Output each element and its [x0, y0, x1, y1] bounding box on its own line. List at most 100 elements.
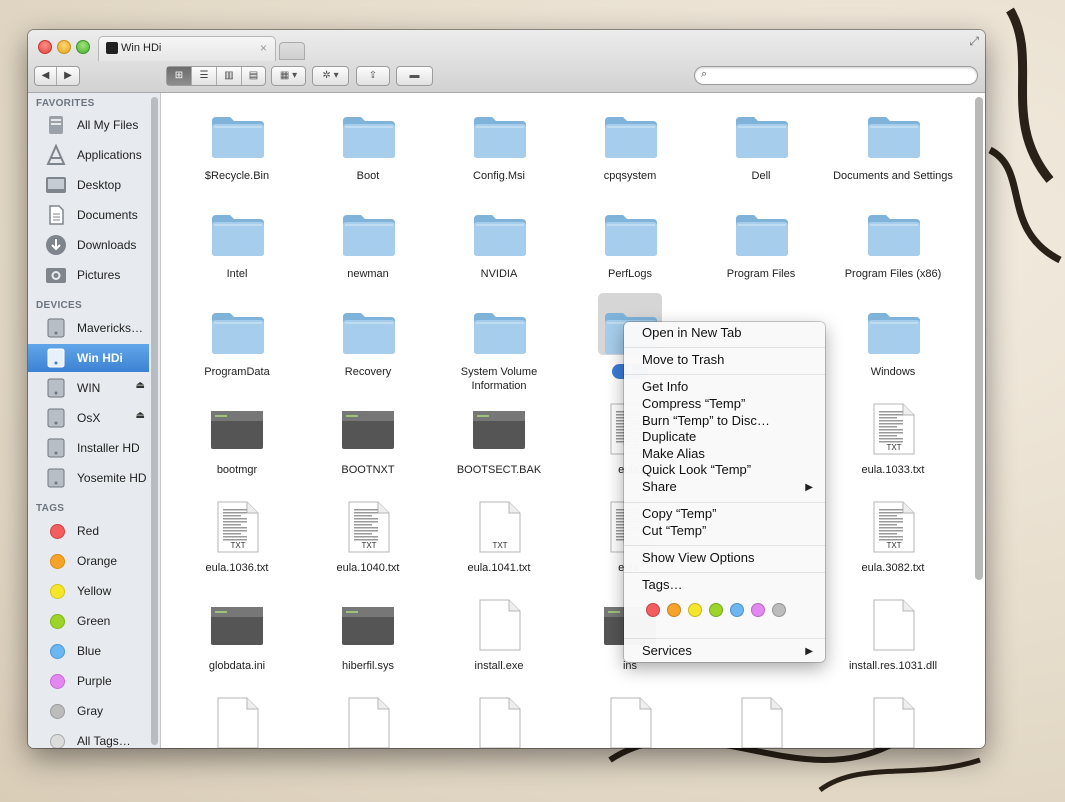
- sidebar-item-osx[interactable]: OsX ⏏: [28, 404, 149, 432]
- icon-view-button[interactable]: ⊞: [167, 67, 191, 85]
- file-item[interactable]: TXT eula.1033.txt: [828, 397, 958, 493]
- folder-item[interactable]: newman: [303, 201, 433, 297]
- folder-item[interactable]: cpqsystem: [565, 103, 695, 199]
- minimize-window-button[interactable]: [57, 40, 71, 54]
- action-gear-button[interactable]: ✲ ▾: [312, 66, 349, 86]
- forward-button[interactable]: ▶: [56, 67, 79, 85]
- file-item[interactable]: TXT eula.3082.txt: [828, 495, 958, 591]
- file-item[interactable]: TXT eula.1036.txt: [172, 495, 302, 591]
- menu-duplicate[interactable]: Duplicate: [642, 429, 696, 444]
- file-item[interactable]: globdata.ini: [172, 593, 302, 689]
- file-item[interactable]: [172, 691, 302, 748]
- folder-item[interactable]: PerfLogs: [565, 201, 695, 297]
- folder-item[interactable]: ProgramData: [172, 299, 302, 395]
- menu-show-view-options[interactable]: Show View Options: [642, 550, 755, 565]
- menu-burn-to-disc[interactable]: Burn “Temp” to Disc…: [642, 413, 770, 428]
- sidebar-tag-all[interactable]: All Tags…: [28, 727, 149, 748]
- coverflow-view-button[interactable]: ▤: [241, 67, 265, 85]
- folder-item[interactable]: NVIDIA: [434, 201, 564, 297]
- sidebar-item-downloads[interactable]: Downloads: [28, 231, 149, 259]
- menu-tags[interactable]: Tags…: [642, 577, 682, 592]
- sidebar-item-pictures[interactable]: Pictures: [28, 261, 149, 289]
- sidebar-tag-red[interactable]: Red: [28, 517, 149, 545]
- folder-item[interactable]: System Volume Information: [434, 299, 564, 395]
- menu-share[interactable]: Share: [642, 479, 677, 494]
- sidebar-tag-purple[interactable]: Purple: [28, 667, 149, 695]
- close-window-button[interactable]: [38, 40, 52, 54]
- folder-item[interactable]: Program Files (x86): [828, 201, 958, 297]
- file-name-label: System Volume Information: [460, 366, 538, 392]
- menu-move-to-trash[interactable]: Move to Trash: [642, 352, 724, 367]
- file-item[interactable]: BOOTNXT: [303, 397, 433, 493]
- menu-quick-look[interactable]: Quick Look “Temp”: [642, 462, 751, 477]
- menu-get-info[interactable]: Get Info: [642, 379, 688, 394]
- file-item[interactable]: bootmgr: [172, 397, 302, 493]
- menu-tag-color-option[interactable]: [709, 603, 723, 617]
- list-view-button[interactable]: ☰: [191, 67, 216, 85]
- eject-icon[interactable]: ⏏: [136, 380, 145, 391]
- back-button[interactable]: ◀: [35, 67, 56, 85]
- file-item[interactable]: BOOTSECT.BAK: [434, 397, 564, 493]
- content-scrollbar[interactable]: [975, 97, 983, 580]
- sidebar-item-desktop[interactable]: Desktop: [28, 171, 149, 199]
- folder-item[interactable]: Dell: [696, 103, 826, 199]
- sidebar-item-applications[interactable]: Applications: [28, 141, 149, 169]
- new-tab-button[interactable]: [279, 42, 305, 60]
- sidebar-item-win-hdi[interactable]: Win HDi: [28, 344, 149, 372]
- eject-icon[interactable]: ⏏: [136, 410, 145, 421]
- tags-button[interactable]: ▬: [396, 66, 433, 86]
- sidebar-item-win[interactable]: WIN ⏏: [28, 374, 149, 402]
- sidebar-scrollbar[interactable]: [151, 97, 158, 745]
- menu-tag-color-option[interactable]: [667, 603, 681, 617]
- file-item[interactable]: hiberfil.sys: [303, 593, 433, 689]
- file-item[interactable]: [565, 691, 695, 748]
- file-item[interactable]: TXT eula.1040.txt: [303, 495, 433, 591]
- folder-item[interactable]: Recovery: [303, 299, 433, 395]
- file-item[interactable]: [696, 691, 826, 748]
- menu-tag-color-option[interactable]: [772, 603, 786, 617]
- share-button[interactable]: ⇪: [356, 66, 390, 86]
- sidebar-item-yosemite-hd[interactable]: Yosemite HD: [28, 464, 149, 492]
- sidebar-tag-yellow[interactable]: Yellow: [28, 577, 149, 605]
- zoom-window-button[interactable]: [76, 40, 90, 54]
- folder-item[interactable]: Intel: [172, 201, 302, 297]
- sidebar-item-mavericks[interactable]: Mavericks…: [28, 314, 149, 342]
- menu-tag-color-option[interactable]: [730, 603, 744, 617]
- folder-item[interactable]: $Recycle.Bin: [172, 103, 302, 199]
- sidebar-tag-gray[interactable]: Gray: [28, 697, 149, 725]
- search-field[interactable]: ⌕: [694, 66, 978, 85]
- menu-tag-color-option[interactable]: [751, 603, 765, 617]
- sidebar-item-documents[interactable]: Documents: [28, 201, 149, 229]
- folder-item[interactable]: Documents and Settings: [828, 103, 958, 199]
- sidebar-tag-green[interactable]: Green: [28, 607, 149, 635]
- arrange-button[interactable]: ▦ ▾: [271, 66, 306, 86]
- column-view-button[interactable]: ▥: [216, 67, 241, 85]
- file-item[interactable]: install.res.1031.dll: [828, 593, 958, 689]
- menu-copy[interactable]: Copy “Temp”: [642, 506, 716, 521]
- sidebar-item-installer-hd[interactable]: Installer HD: [28, 434, 149, 462]
- sidebar-item-all-my-files[interactable]: All My Files: [28, 111, 149, 139]
- folder-icon: [734, 211, 790, 257]
- file-item[interactable]: TXT eula.1041.txt: [434, 495, 564, 591]
- folder-item[interactable]: Windows: [828, 299, 958, 395]
- menu-cut[interactable]: Cut “Temp”: [642, 523, 706, 538]
- menu-make-alias[interactable]: Make Alias: [642, 446, 705, 461]
- sidebar-tag-orange[interactable]: Orange: [28, 547, 149, 575]
- menu-services[interactable]: Services: [642, 643, 692, 658]
- sidebar-tag-blue[interactable]: Blue: [28, 637, 149, 665]
- file-item[interactable]: [828, 691, 958, 748]
- menu-compress[interactable]: Compress “Temp”: [642, 396, 745, 411]
- menu-tag-color-option[interactable]: [688, 603, 702, 617]
- folder-item[interactable]: Program Files: [696, 201, 826, 297]
- menu-tag-color-option[interactable]: [646, 603, 660, 617]
- folder-item[interactable]: Config.Msi: [434, 103, 564, 199]
- file-item[interactable]: [434, 691, 564, 748]
- hard-drive-icon: [47, 408, 65, 428]
- fullscreen-icon[interactable]: ⤢: [969, 34, 979, 49]
- menu-open-in-new-tab[interactable]: Open in New Tab: [642, 325, 742, 340]
- tab-close-icon[interactable]: ×: [260, 41, 267, 55]
- file-item[interactable]: install.exe: [434, 593, 564, 689]
- folder-item[interactable]: Boot: [303, 103, 433, 199]
- file-item[interactable]: [303, 691, 433, 748]
- tab-win-hdi[interactable]: Win HDi ×: [98, 36, 276, 61]
